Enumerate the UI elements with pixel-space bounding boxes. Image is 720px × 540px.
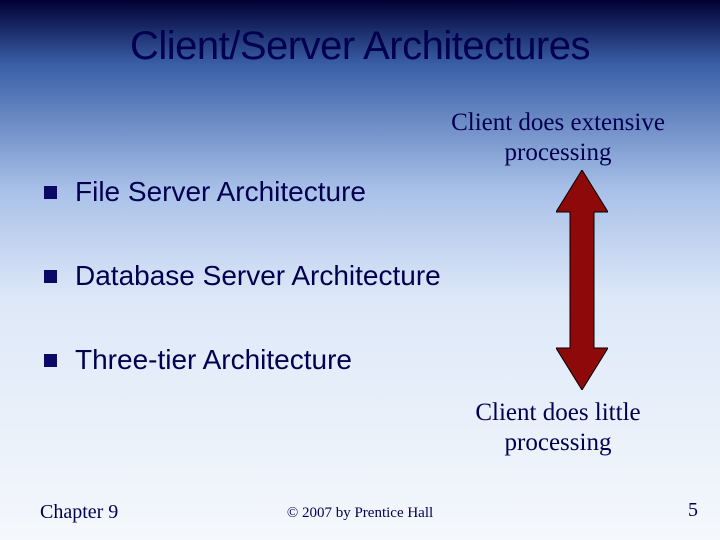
- arrow-label-bottom: Client does little processing: [438, 398, 678, 458]
- list-item: File Server Architecture: [44, 176, 441, 208]
- bullet-text: Three-tier Architecture: [75, 344, 352, 376]
- list-item: Three-tier Architecture: [44, 344, 441, 376]
- footer-copyright: © 2007 by Prentice Hall: [0, 505, 720, 522]
- page-number: 5: [688, 499, 698, 522]
- bullet-text: Database Server Architecture: [75, 260, 441, 292]
- arrow-label-top: Client does extensive processing: [438, 108, 678, 168]
- list-item: Database Server Architecture: [44, 260, 441, 292]
- slide: Client/Server Architectures File Server …: [0, 0, 720, 540]
- square-bullet-icon: [44, 270, 57, 283]
- double-arrow-icon: [556, 170, 608, 390]
- bullet-list: File Server Architecture Database Server…: [44, 176, 441, 428]
- square-bullet-icon: [44, 354, 57, 367]
- bullet-text: File Server Architecture: [75, 176, 366, 208]
- square-bullet-icon: [44, 186, 57, 199]
- slide-title: Client/Server Architectures: [0, 24, 720, 69]
